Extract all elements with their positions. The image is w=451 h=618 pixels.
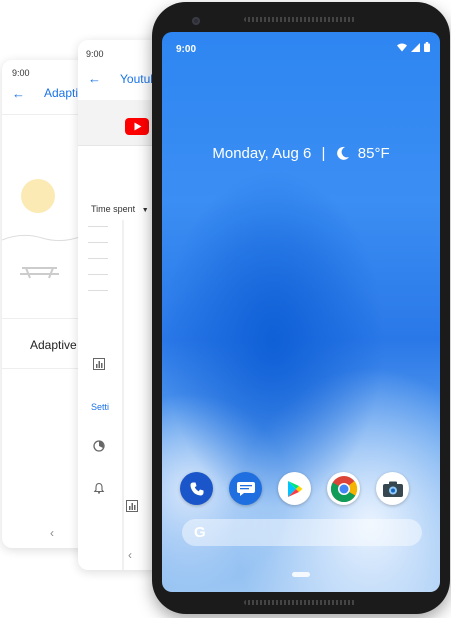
moon-icon [336, 146, 349, 160]
status-time: 9:00 [176, 44, 197, 55]
separator: | [321, 144, 326, 162]
chart-line [88, 258, 108, 259]
front-camera [192, 17, 200, 25]
chart-line [88, 290, 108, 291]
sun-icon [21, 179, 55, 213]
google-g-icon: G [194, 524, 206, 541]
dropdown-label: Time spent [91, 204, 136, 214]
home-screen: 9:00 Monday, Aug 6 | 85°F G [162, 32, 440, 592]
chrome-app-icon[interactable] [327, 472, 360, 505]
battery-icon [424, 42, 430, 52]
google-search-bar[interactable]: G [182, 519, 422, 546]
speaker-grille [244, 17, 356, 22]
signal-icon [411, 42, 420, 52]
bar-chart-icon[interactable] [126, 500, 138, 512]
caret-down-icon: ▼ [141, 207, 149, 214]
settings-link[interactable]: Setti [91, 402, 109, 412]
status-time: 9:00 [86, 49, 104, 59]
app-dock [180, 472, 409, 505]
chart-line [88, 226, 108, 227]
phone-app-icon[interactable] [180, 472, 213, 505]
youtube-logo-icon [125, 118, 149, 135]
bell-icon[interactable] [93, 482, 105, 494]
back-arrow-icon[interactable]: ← [12, 87, 25, 100]
timer-icon[interactable] [93, 440, 105, 452]
date-text: Monday, Aug 6 [212, 144, 312, 162]
time-spent-dropdown[interactable]: Time spent ▼ [91, 204, 149, 214]
chart-line [88, 242, 108, 243]
panel-divider [122, 220, 124, 570]
wifi-icon [397, 43, 407, 51]
nav-back-button[interactable]: ‹ [128, 548, 132, 562]
speaker-grille [244, 600, 356, 605]
status-time: 9:00 [12, 68, 30, 78]
picnic-table-icon [20, 267, 59, 279]
chart-line [88, 274, 108, 275]
messages-app-icon[interactable] [229, 472, 262, 505]
back-arrow-icon[interactable]: ← [88, 72, 101, 85]
home-gesture-pill[interactable] [292, 572, 310, 577]
status-icons [397, 42, 430, 52]
camera-app-icon[interactable] [376, 472, 409, 505]
adaptive-label: Adaptive [30, 338, 77, 352]
play-store-app-icon[interactable] [278, 472, 311, 505]
nav-back-button[interactable]: ‹ [50, 526, 54, 540]
phone-device: 9:00 Monday, Aug 6 | 85°F G [152, 2, 450, 614]
temperature-text: 85°F [357, 144, 390, 162]
bar-chart-icon[interactable] [93, 358, 105, 370]
at-a-glance-widget[interactable]: Monday, Aug 6 | 85°F [162, 144, 440, 162]
